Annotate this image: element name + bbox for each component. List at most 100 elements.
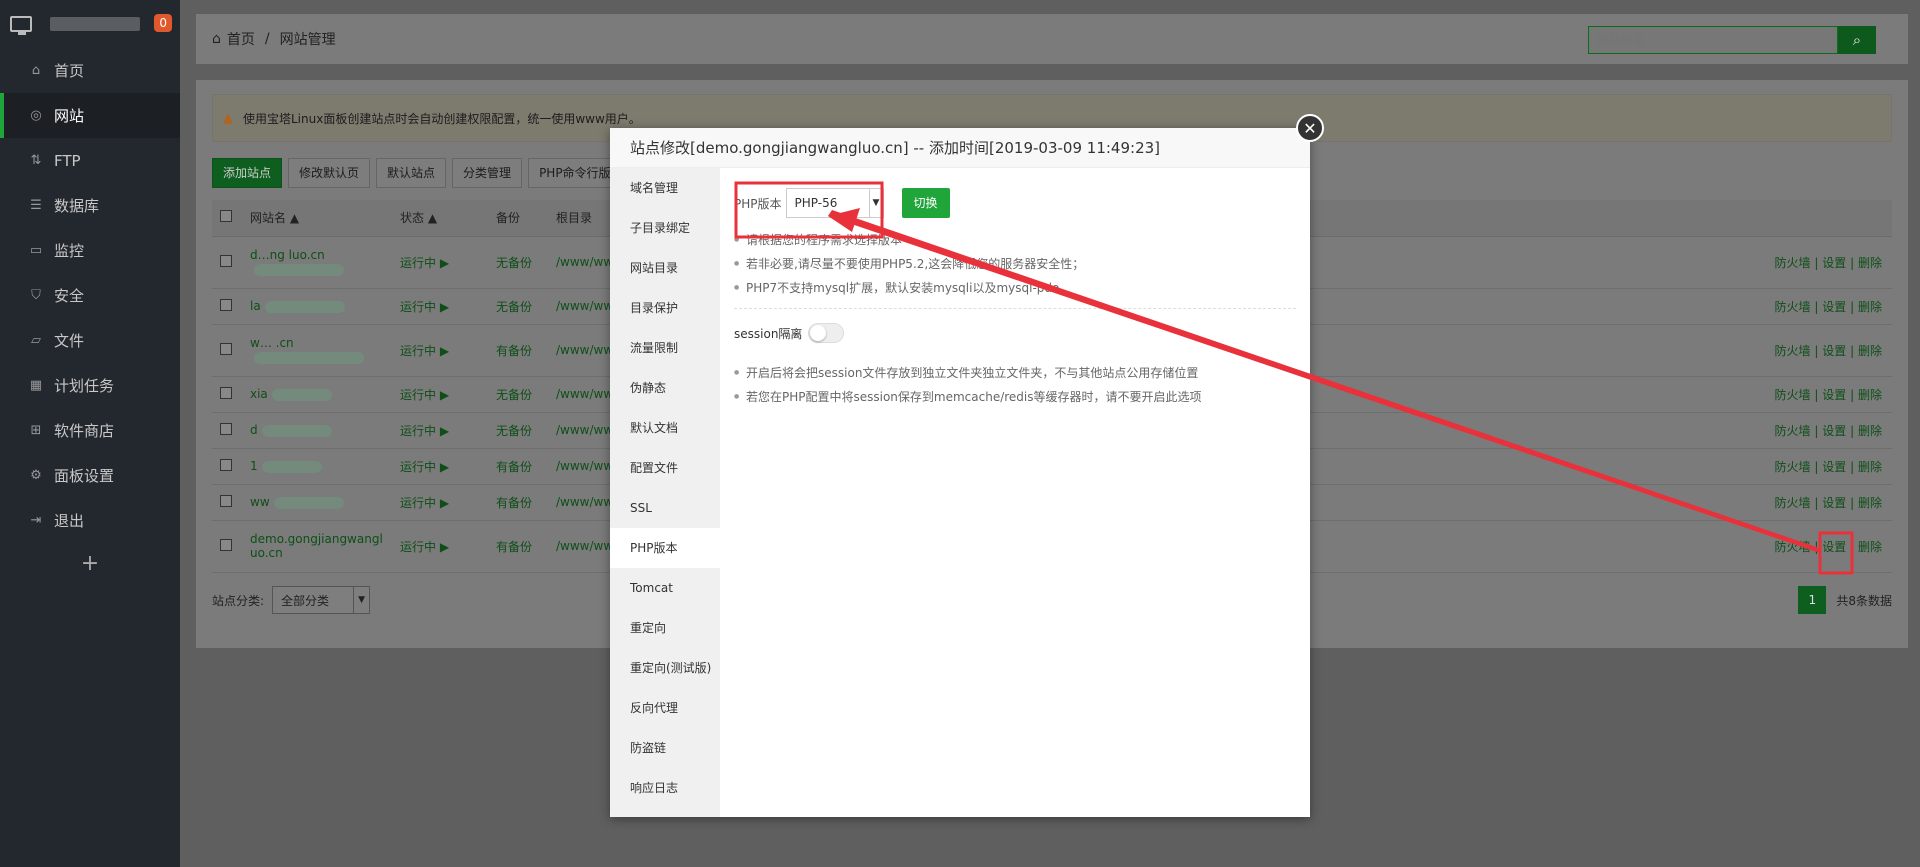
sidebar-item-database[interactable]: ☰ 数据库 xyxy=(0,183,180,228)
delete-link[interactable]: 删除 xyxy=(1858,344,1882,358)
site-name-link[interactable]: d xyxy=(250,423,258,437)
sidebar-item-cron[interactable]: ▦ 计划任务 xyxy=(0,363,180,408)
root-link[interactable]: /www/ww xyxy=(556,495,613,509)
settings-link[interactable]: 设置 xyxy=(1822,256,1846,270)
backup-link[interactable]: 有备份 xyxy=(496,344,532,358)
site-name-link[interactable]: xia xyxy=(250,387,268,401)
search-icon[interactable]: ⌕ xyxy=(1838,26,1876,54)
modal-menu-item[interactable]: 子目录绑定 xyxy=(610,208,720,248)
modal-menu-item[interactable]: SSL xyxy=(610,488,720,528)
settings-link[interactable]: 设置 xyxy=(1822,300,1846,314)
status-link[interactable]: 运行中 ▶ xyxy=(400,300,449,314)
status-link[interactable]: 运行中 ▶ xyxy=(400,256,449,270)
row-checkbox[interactable] xyxy=(220,342,232,355)
status-link[interactable]: 运行中 ▶ xyxy=(400,344,449,358)
delete-link[interactable]: 删除 xyxy=(1858,300,1882,314)
backup-link[interactable]: 无备份 xyxy=(496,424,532,438)
site-name-link[interactable]: w… .cn xyxy=(250,336,294,350)
backup-link[interactable]: 无备份 xyxy=(496,300,532,314)
firewall-link[interactable]: 防火墙 xyxy=(1775,344,1811,358)
firewall-link[interactable]: 防火墙 xyxy=(1775,300,1811,314)
modal-menu-item[interactable]: 配置文件 xyxy=(610,448,720,488)
firewall-link[interactable]: 防火墙 xyxy=(1775,540,1811,554)
page-number[interactable]: 1 xyxy=(1798,586,1827,614)
notification-badge[interactable]: 0 xyxy=(154,14,172,32)
sidebar-item-files[interactable]: ▱ 文件 xyxy=(0,318,180,363)
sidebar-item-website[interactable]: ◎ 网站 xyxy=(0,93,180,138)
breadcrumb-home[interactable]: 首页 xyxy=(227,29,255,49)
root-link[interactable]: /www/ww xyxy=(556,539,613,553)
row-checkbox[interactable] xyxy=(220,254,232,267)
delete-link[interactable]: 删除 xyxy=(1858,496,1882,510)
modal-menu-item[interactable]: 默认文档 xyxy=(610,408,720,448)
root-link[interactable]: /www/ww xyxy=(556,343,613,357)
row-checkbox[interactable] xyxy=(220,298,232,311)
delete-link[interactable]: 删除 xyxy=(1858,540,1882,554)
php-version-select[interactable]: PHP-56 ▼ xyxy=(785,188,884,218)
row-checkbox[interactable] xyxy=(220,538,232,551)
sidebar-item-store[interactable]: ⊞ 软件商店 xyxy=(0,408,180,453)
col-name[interactable]: 网站名 ▲ xyxy=(242,200,392,237)
backup-link[interactable]: 有备份 xyxy=(496,460,532,474)
edit-default-page-button[interactable]: 修改默认页 xyxy=(288,158,371,188)
sidebar-item-security[interactable]: ⛉ 安全 xyxy=(0,273,180,318)
root-link[interactable]: /www/ww xyxy=(556,255,613,269)
sidebar-item-logout[interactable]: ⇥ 退出 xyxy=(0,498,180,543)
settings-link[interactable]: 设置 xyxy=(1822,344,1846,358)
modal-menu-item[interactable]: 响应日志 xyxy=(610,768,720,808)
select-all-checkbox[interactable] xyxy=(220,210,232,223)
firewall-link[interactable]: 防火墙 xyxy=(1775,496,1811,510)
backup-link[interactable]: 无备份 xyxy=(496,256,532,270)
root-link[interactable]: /www/ww xyxy=(556,387,613,401)
modal-menu-item[interactable]: PHP版本 xyxy=(610,528,720,568)
settings-link[interactable]: 设置 xyxy=(1822,424,1846,438)
settings-link[interactable]: 设置 xyxy=(1822,540,1846,554)
status-link[interactable]: 运行中 ▶ xyxy=(400,496,449,510)
add-site-button[interactable]: 添加站点 xyxy=(212,158,283,188)
modal-menu-item[interactable]: 防盗链 xyxy=(610,728,720,768)
row-checkbox[interactable] xyxy=(220,386,232,399)
site-name-link[interactable]: d…ng luo.cn xyxy=(250,248,325,262)
settings-link[interactable]: 设置 xyxy=(1822,460,1846,474)
modal-menu-item[interactable]: Tomcat xyxy=(610,568,720,608)
session-toggle[interactable] xyxy=(808,323,845,343)
sidebar-item-ftp[interactable]: ⇅ FTP xyxy=(0,138,180,183)
sidebar-item-settings[interactable]: ⚙ 面板设置 xyxy=(0,453,180,498)
delete-link[interactable]: 删除 xyxy=(1858,460,1882,474)
root-link[interactable]: /www/ww xyxy=(556,423,613,437)
modal-menu-item[interactable]: 重定向 xyxy=(610,608,720,648)
site-name-link[interactable]: 1 xyxy=(250,459,258,473)
sidebar-item-home[interactable]: ⌂ 首页 xyxy=(0,48,180,93)
status-link[interactable]: 运行中 ▶ xyxy=(400,460,449,474)
row-checkbox[interactable] xyxy=(220,422,232,435)
firewall-link[interactable]: 防火墙 xyxy=(1775,424,1811,438)
site-name-link[interactable]: demo.gongjiangwangluo.cn xyxy=(250,532,390,560)
delete-link[interactable]: 删除 xyxy=(1858,424,1882,438)
add-shortcut-button[interactable]: + xyxy=(0,551,180,576)
firewall-link[interactable]: 防火墙 xyxy=(1775,460,1811,474)
modal-menu-item[interactable]: 重定向(测试版) xyxy=(610,648,720,688)
status-link[interactable]: 运行中 ▶ xyxy=(400,424,449,438)
modal-menu-item[interactable]: 流量限制 xyxy=(610,328,720,368)
status-link[interactable]: 运行中 ▶ xyxy=(400,388,449,402)
backup-link[interactable]: 有备份 xyxy=(496,540,532,554)
category-select[interactable]: 全部分类 ▼ xyxy=(272,586,371,614)
default-site-button[interactable]: 默认站点 xyxy=(376,158,447,188)
backup-link[interactable]: 有备份 xyxy=(496,496,532,510)
settings-link[interactable]: 设置 xyxy=(1822,388,1846,402)
col-status[interactable]: 状态 ▲ xyxy=(392,200,488,237)
backup-link[interactable]: 无备份 xyxy=(496,388,532,402)
delete-link[interactable]: 删除 xyxy=(1858,256,1882,270)
modal-menu-item[interactable]: 网站目录 xyxy=(610,248,720,288)
modal-menu-item[interactable]: 目录保护 xyxy=(610,288,720,328)
modal-menu-item[interactable]: 伪静态 xyxy=(610,368,720,408)
status-link[interactable]: 运行中 ▶ xyxy=(400,540,449,554)
firewall-link[interactable]: 防火墙 xyxy=(1775,256,1811,270)
site-name-link[interactable]: la xyxy=(250,299,261,313)
category-manage-button[interactable]: 分类管理 xyxy=(452,158,523,188)
firewall-link[interactable]: 防火墙 xyxy=(1775,388,1811,402)
search-input[interactable] xyxy=(1588,26,1838,54)
root-link[interactable]: /www/ww xyxy=(556,459,613,473)
settings-link[interactable]: 设置 xyxy=(1822,496,1846,510)
close-icon[interactable]: ✕ xyxy=(1296,114,1324,142)
